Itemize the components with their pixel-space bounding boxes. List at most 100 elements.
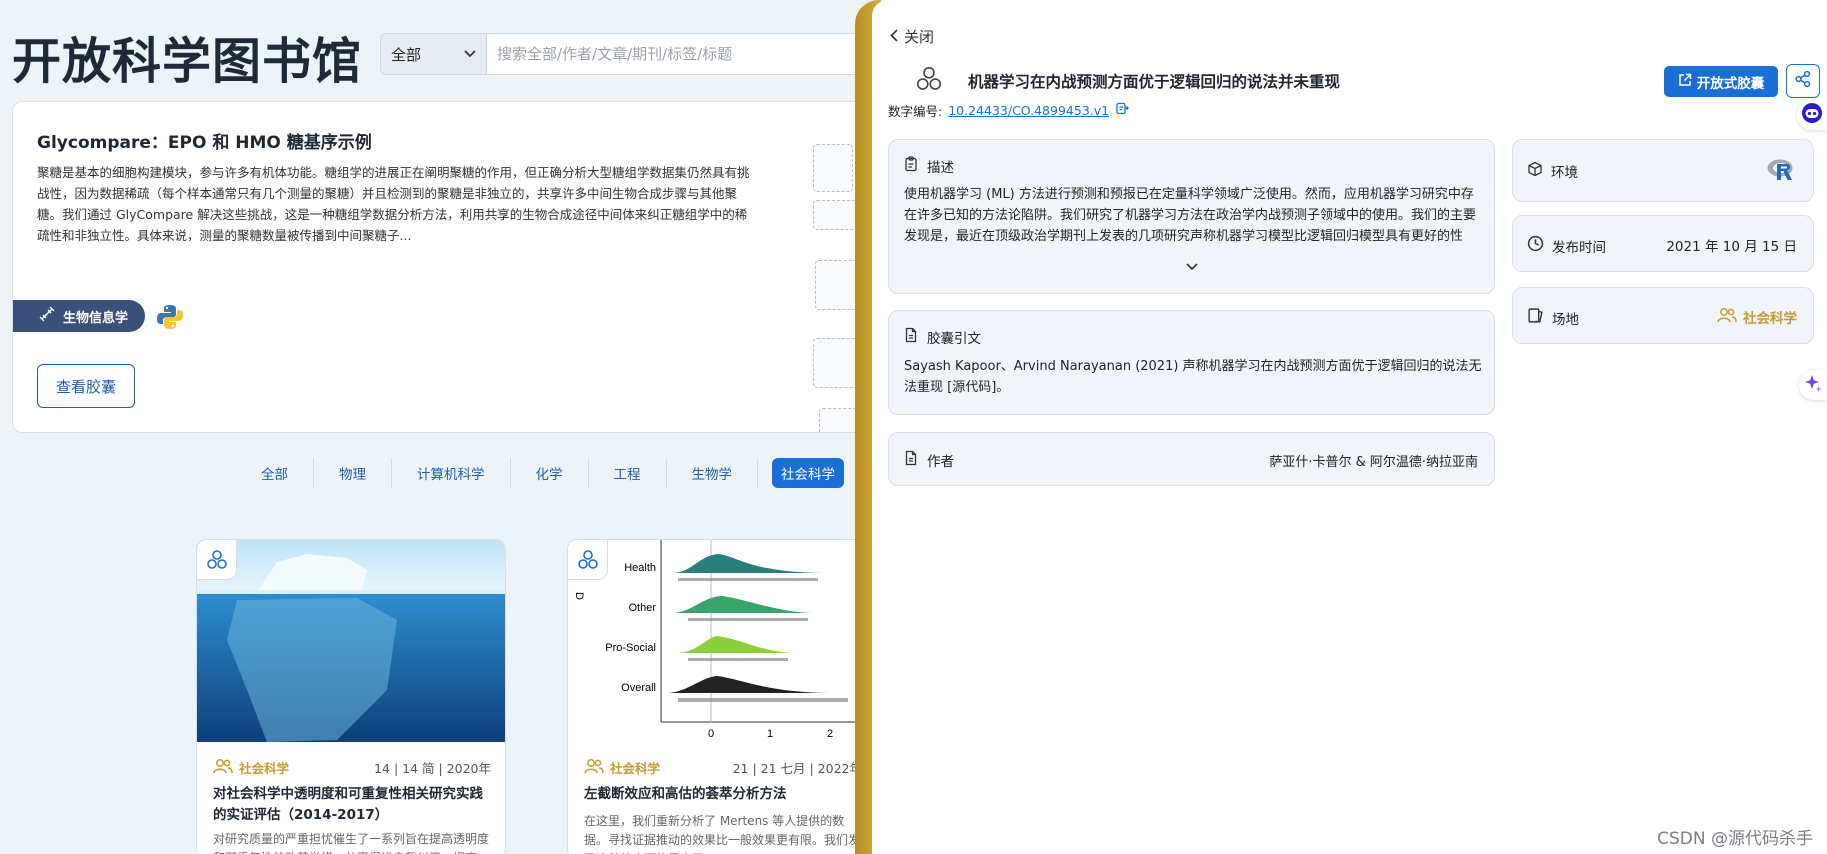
plot-x-tick: 1	[767, 728, 773, 740]
external-link-icon	[1678, 73, 1692, 91]
users-icon	[1717, 307, 1737, 327]
venue-panel: 场地 社会科学	[1512, 287, 1814, 344]
category-tab-engineering[interactable]: 工程	[589, 458, 667, 488]
search-input[interactable]	[487, 34, 899, 74]
featured-description: 聚糖是基本的细胞构建模块，参与许多有机体功能。糖组学的进展正在阐明聚糖的作用，但…	[37, 165, 750, 243]
open-capsule-label: 开放式胶囊	[1696, 75, 1765, 92]
category-tab-chemistry[interactable]: 化学	[511, 458, 589, 488]
panel-header: 胶囊引文	[903, 327, 981, 347]
iceberg-image	[197, 540, 505, 742]
citation-panel: 胶囊引文 Sayash Kapoor、Arvind Narayanan (202…	[888, 310, 1495, 415]
authors-value: 萨亚什·卡普尔 & 阿尔温德·纳拉亚南	[1269, 455, 1478, 470]
environment-label: 环境	[1551, 165, 1578, 181]
close-label: 关闭	[904, 28, 935, 46]
card-field-label: 社会科学	[239, 761, 290, 776]
watermark: CSDN @源代码杀手	[1657, 829, 1813, 849]
card-meta: 社会科学 14 | 14 简 | 2020年	[213, 758, 491, 777]
panel-header: 发布时间	[1527, 235, 1606, 256]
card-description: 在这里，我们重新分析了 Mertens 等人提供的数据。寻找证据推动的效果比一般…	[584, 814, 861, 854]
search-scope-select[interactable]: 全部	[381, 34, 487, 74]
venue-value[interactable]: 社会科学	[1717, 307, 1797, 327]
plot-category-label: Overall	[621, 682, 656, 694]
doi-label: 数字编号:	[888, 104, 943, 119]
drawer-title: 机器学习在内战预测方面优于逻辑回归的说法并未重现	[968, 73, 1341, 91]
doi-row: 数字编号: 10.24433/CO.4899453.v1	[888, 101, 1130, 120]
share-button[interactable]	[1786, 64, 1820, 98]
share-icon	[1794, 70, 1812, 92]
card-title[interactable]: 对社会科学中透明度和可重复性相关研究实践的实证评估（2014-2017）	[213, 784, 489, 826]
capsule-card[interactable]: D Health Other Pro-Social Overall 0 1 2	[567, 539, 877, 854]
card-field: 社会科学	[584, 758, 660, 777]
python-icon	[155, 302, 185, 332]
card-title[interactable]: 左截断效应和高估的荟萃分析方法	[584, 784, 860, 805]
featured-capsule-card[interactable]: Glycompare：EPO 和 HMO 糖基序示例 聚糖是基本的细胞构建模块，…	[12, 101, 972, 433]
close-button[interactable]: 关闭	[890, 26, 934, 47]
citation-label: 胶囊引文	[927, 331, 981, 347]
sparkle-icon	[1803, 373, 1823, 397]
chevron-down-icon	[464, 47, 476, 62]
open-capsule-button[interactable]: 开放式胶囊	[1664, 66, 1778, 97]
panel-header: 作者	[903, 450, 954, 470]
capsule-detail-drawer: 关闭 机器学习在内战预测方面优于逻辑回归的说法并未重现 开放式胶囊 数字编号: …	[872, 0, 1827, 854]
users-icon	[213, 758, 233, 777]
dna-icon	[39, 306, 55, 326]
venue-text: 社会科学	[1743, 311, 1797, 327]
clock-icon	[1527, 235, 1544, 256]
doi-link[interactable]: 10.24433/CO.4899453.v1	[948, 103, 1109, 118]
plot-category-label: Pro-Social	[605, 642, 656, 654]
capsule-icon	[568, 540, 608, 580]
search-bar: 全部	[380, 33, 900, 75]
document-icon	[903, 327, 919, 347]
view-capsule-button[interactable]: 查看胶囊	[37, 364, 135, 408]
card-field: 社会科学	[213, 758, 289, 777]
ai-sparkle-button[interactable]	[1799, 370, 1827, 400]
card-date: 14 | 14 简 | 2020年	[374, 761, 491, 776]
featured-title: Glycompare：EPO 和 HMO 糖基序示例	[37, 133, 372, 153]
copy-icon[interactable]	[1115, 102, 1130, 119]
authors-label: 作者	[927, 454, 954, 470]
users-icon	[584, 758, 604, 777]
search-scope-value: 全部	[391, 45, 422, 64]
category-tab-biology[interactable]: 生物学	[667, 458, 758, 488]
published-label: 发布时间	[1552, 239, 1606, 256]
capsule-icon	[914, 64, 944, 94]
cube-icon	[1527, 161, 1543, 181]
plot-x-tick: 2	[827, 728, 833, 740]
tag-bioinformatics[interactable]: 生物信息学	[13, 300, 145, 332]
clipboard-icon	[903, 156, 919, 176]
description-text: 使用机器学习 (ML) 方法进行预测和预报已在定量科学领域广泛使用。然而，应用机…	[904, 187, 1477, 244]
expand-chevron-icon[interactable]	[1186, 260, 1198, 274]
plot-panel-letter: D	[573, 592, 585, 600]
assistant-bot-button[interactable]	[1797, 100, 1827, 130]
plot-x-tick: 0	[708, 728, 714, 740]
card-field-label: 社会科学	[610, 761, 661, 776]
panel-header: 场地	[1527, 307, 1579, 328]
capsule-icon	[197, 540, 237, 580]
published-value: 2021 年 10 月 15 日	[1666, 239, 1797, 255]
plot-category-label: Health	[624, 562, 656, 574]
authors-panel: 作者 萨亚什·卡普尔 & 阿尔温德·纳拉亚南	[888, 432, 1495, 486]
description-label: 描述	[927, 160, 954, 176]
robot-icon	[1801, 102, 1823, 128]
book-icon	[1527, 307, 1544, 328]
category-tab-computer-science[interactable]: 计算机科学	[392, 458, 511, 488]
tag-label: 生物信息学	[63, 310, 129, 326]
card-meta: 社会科学 21 | 21 七月 | 2022年	[584, 758, 862, 777]
published-panel: 发布时间 2021 年 10 月 15 日	[1512, 215, 1814, 272]
card-description: 对研究质量的严重担忧催生了一系列旨在提高透明度和可重复性的改革举措，从而促进自我…	[213, 832, 490, 854]
capsule-card[interactable]: 社会科学 14 | 14 简 | 2020年 对社会科学中透明度和可重复性相关研…	[196, 539, 506, 854]
r-language-icon	[1767, 158, 1797, 186]
plot-category-label: Other	[628, 602, 656, 614]
category-tab-social-science[interactable]: 社会科学	[772, 458, 844, 488]
category-tabs: 全部 物理 计算机科学 化学 工程 生物学 社会科学	[236, 458, 858, 488]
site-title: 开放科学图书馆	[12, 33, 363, 90]
card-date: 21 | 21 七月 | 2022年	[732, 761, 862, 776]
raincloud-plot-thumbnail: D Health Other Pro-Social Overall 0 1 2	[568, 540, 876, 742]
panel-header: 环境	[1527, 161, 1578, 181]
chevron-left-icon	[890, 28, 898, 46]
venue-label: 场地	[1552, 311, 1579, 328]
description-panel: 描述 使用机器学习 (ML) 方法进行预测和预报已在定量科学领域广泛使用。然而，…	[888, 139, 1495, 294]
category-tab-physics[interactable]: 物理	[314, 458, 392, 488]
category-tab-all[interactable]: 全部	[236, 458, 314, 488]
panel-header: 描述	[903, 156, 954, 176]
